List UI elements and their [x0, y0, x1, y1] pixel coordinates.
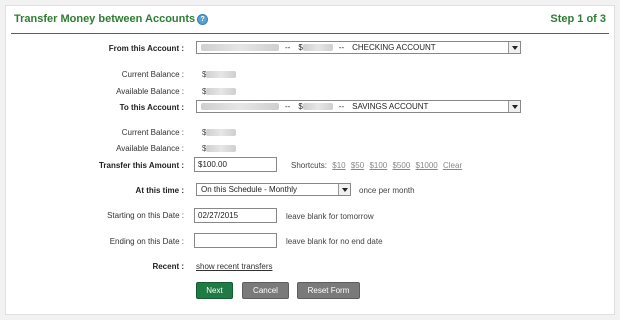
- recent-label: Recent :: [152, 262, 184, 271]
- from-sep1: --: [285, 43, 291, 52]
- schedule-selected: On this Schedule - Monthly: [201, 185, 298, 194]
- to-available-balance-label: Available Balance :: [116, 144, 184, 153]
- from-sep2: --: [338, 43, 345, 52]
- from-account-type: CHECKING ACCOUNT: [352, 43, 436, 52]
- transfer-amount-input[interactable]: [194, 157, 277, 172]
- from-available-balance-value: $: [202, 87, 237, 96]
- shortcut-clear-link[interactable]: Clear: [443, 161, 462, 170]
- to-current-balance-value: $: [202, 128, 237, 137]
- chevron-down-icon[interactable]: [338, 184, 350, 195]
- from-current-balance-label: Current Balance :: [121, 70, 184, 79]
- cancel-button[interactable]: Cancel: [242, 282, 289, 299]
- chevron-down-icon[interactable]: [508, 42, 520, 53]
- question-circle-icon[interactable]: ?: [197, 13, 209, 25]
- transfer-amount-label: Transfer this Amount :: [98, 161, 184, 170]
- redacted-amount: [206, 71, 237, 79]
- transfer-panel: Transfer Money between Accounts ? Step 1…: [5, 5, 615, 315]
- shortcut-500-link[interactable]: $500: [392, 161, 410, 170]
- from-current-balance-value: $: [202, 70, 237, 79]
- schedule-note: once per month: [359, 186, 415, 195]
- shortcut-50-link[interactable]: $50: [351, 161, 364, 170]
- page-title: Transfer Money between Accounts ?: [14, 13, 209, 25]
- redacted-amount: [206, 145, 237, 153]
- from-available-balance-label: Available Balance :: [116, 87, 184, 96]
- header-divider: [11, 33, 609, 34]
- schedule-select[interactable]: On this Schedule - Monthly: [196, 183, 351, 196]
- to-current-balance-label: Current Balance :: [121, 128, 184, 137]
- reset-form-button[interactable]: Reset Form: [297, 282, 360, 299]
- schedule-label: At this time :: [135, 186, 184, 195]
- to-sep2: --: [338, 102, 345, 111]
- to-account-number-redacted: [201, 103, 279, 110]
- start-date-note: leave blank for tomorrow: [286, 212, 374, 221]
- end-date-label: Ending on this Date :: [109, 237, 184, 246]
- shortcut-10-link[interactable]: $10: [332, 161, 345, 170]
- redacted-amount: [206, 129, 237, 137]
- to-account-type: SAVINGS ACCOUNT: [352, 102, 429, 111]
- chevron-down-icon[interactable]: [508, 101, 520, 112]
- end-date-input[interactable]: [194, 233, 277, 248]
- to-sep1: --: [285, 102, 291, 111]
- shortcut-100-link[interactable]: $100: [369, 161, 387, 170]
- step-indicator: Step 1 of 3: [550, 13, 606, 25]
- from-balance-redacted: [302, 44, 333, 51]
- shortcuts-label: Shortcuts:: [291, 161, 328, 170]
- start-date-label: Starting on this Date :: [107, 211, 184, 220]
- redacted-amount: [206, 88, 237, 96]
- to-available-balance-value: $: [202, 144, 237, 153]
- amount-shortcuts: Shortcuts: $10 $50 $100 $500 $1000 Clear: [291, 161, 462, 170]
- start-date-input[interactable]: [194, 208, 277, 223]
- next-button[interactable]: Next: [196, 282, 233, 299]
- show-recent-transfers-link[interactable]: show recent transfers: [196, 262, 272, 271]
- shortcut-1000-link[interactable]: $1000: [416, 161, 438, 170]
- page-title-text: Transfer Money between Accounts: [14, 13, 196, 25]
- to-balance-redacted: [302, 103, 333, 110]
- from-account-label: From this Account :: [108, 44, 184, 53]
- end-date-note: leave blank for no end date: [286, 237, 383, 246]
- from-account-number-redacted: [201, 44, 279, 51]
- to-account-label: To this Account :: [119, 103, 184, 112]
- to-account-select[interactable]: -- $ -- SAVINGS ACCOUNT: [196, 100, 521, 113]
- from-account-select[interactable]: -- $ -- CHECKING ACCOUNT: [196, 41, 521, 54]
